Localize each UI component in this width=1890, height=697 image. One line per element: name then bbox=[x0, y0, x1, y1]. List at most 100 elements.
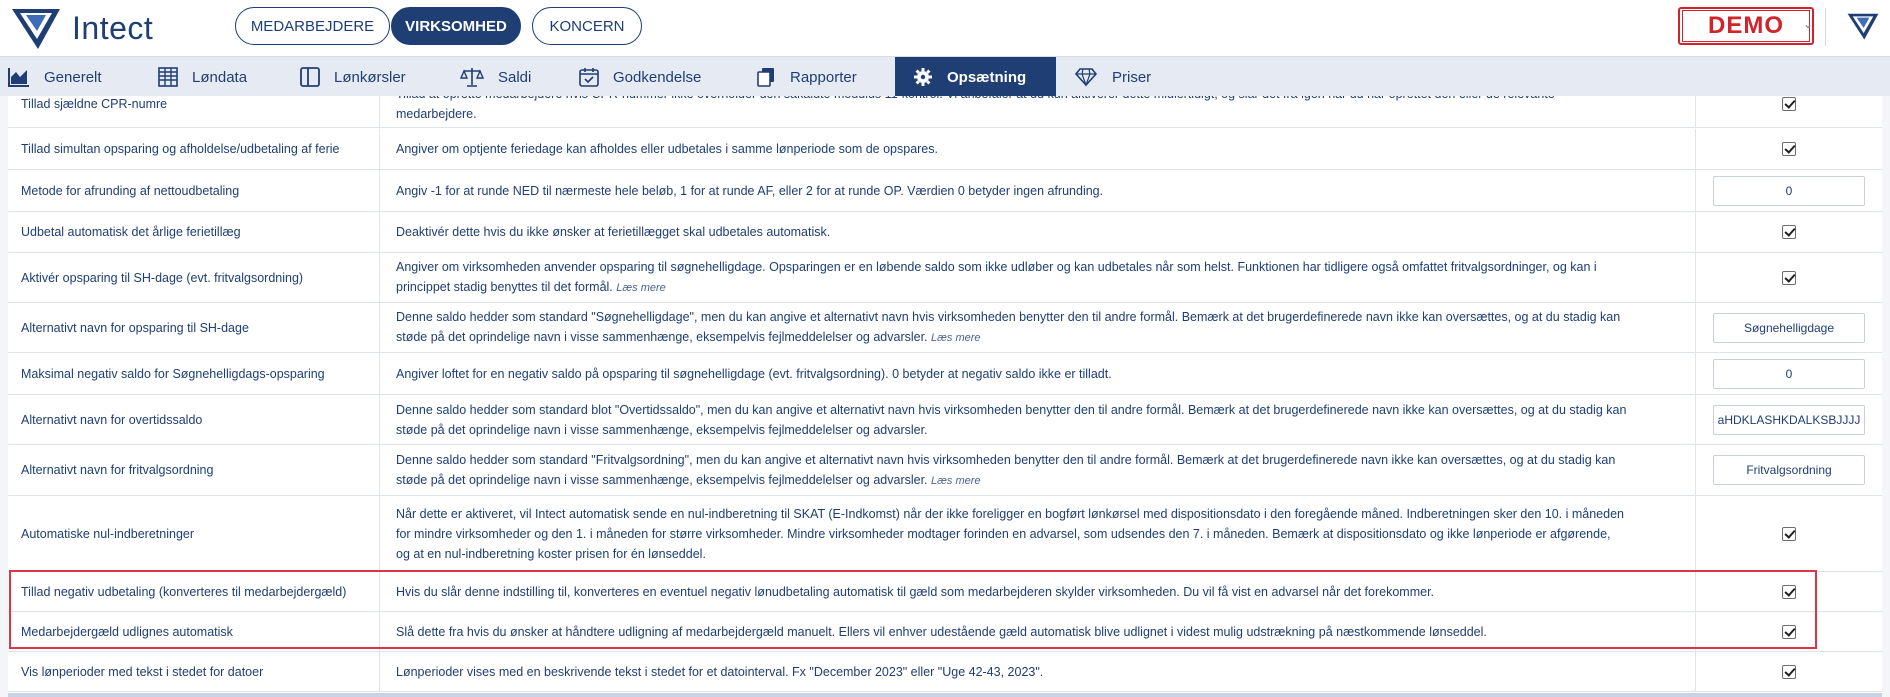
settings-row: Medarbejdergæld udlignes automatisk Slå d… bbox=[8, 612, 1882, 652]
nav-opsaetning[interactable]: Opsætning bbox=[895, 57, 1056, 97]
setting-value bbox=[1696, 572, 1882, 611]
setting-input[interactable]: Fritvalgsordning bbox=[1713, 455, 1865, 485]
setting-name: Maksimal negativ saldo for Søgnehelligda… bbox=[8, 353, 380, 394]
description-text: Når dette er aktiveret, vil Intect autom… bbox=[396, 504, 1624, 564]
demo-label: DEMO bbox=[1682, 10, 1810, 42]
nav-priser[interactable]: Priser bbox=[1074, 57, 1151, 97]
description-line: Angiv -1 for at runde NED til nærmeste h… bbox=[396, 183, 1104, 198]
settings-row: Tillad negativ udbetaling (konverteres t… bbox=[8, 572, 1882, 612]
settings-row: Alternativt navn for opsparing til SH-da… bbox=[8, 303, 1882, 353]
description-line: Angiver om optjente feriedage kan afhold… bbox=[396, 142, 938, 156]
calendar-check-icon bbox=[579, 68, 599, 87]
description-text: Angiv -1 for at runde NED til nærmeste h… bbox=[396, 181, 1103, 201]
description-line: Denne saldo hedder som standard blot "Ov… bbox=[396, 402, 1627, 417]
tab-koncern-label: KONCERN bbox=[549, 17, 625, 35]
description-line: Deaktivér dette hvis du ikke ønsker at f… bbox=[396, 225, 831, 239]
setting-name: Tillad simultan opsparing og afholdelse/… bbox=[8, 129, 380, 169]
setting-input[interactable]: 0 bbox=[1713, 175, 1865, 206]
nav-generelt[interactable]: Generelt bbox=[8, 57, 102, 97]
nav-londata[interactable]: Løndata bbox=[158, 57, 247, 97]
description-line: Når dette er aktiveret, vil Intect autom… bbox=[396, 506, 1624, 521]
setting-description: Slå dette fra hvis du ønsker at håndtere… bbox=[380, 612, 1696, 651]
intect-logo[interactable]: Intect bbox=[8, 4, 153, 52]
setting-checkbox[interactable] bbox=[1782, 624, 1796, 639]
diamond-icon bbox=[1074, 68, 1098, 87]
nav-lonkorsler[interactable]: Lønkørsler bbox=[300, 57, 406, 97]
setting-checkbox[interactable] bbox=[1782, 664, 1796, 679]
setting-checkbox[interactable] bbox=[1782, 526, 1796, 541]
settings-table: Tillad sjældne CPR-numre Tillad at oprett… bbox=[8, 96, 1882, 697]
setting-description: Angiver om optjente feriedage kan afhold… bbox=[380, 129, 1696, 169]
setting-input[interactable]: aHDKLASHKDALKSBJJJJ bbox=[1713, 404, 1865, 435]
description-text: Angiver om virksomheden anvender opspari… bbox=[396, 257, 1597, 298]
setting-value bbox=[1696, 652, 1882, 691]
description-line: Tillad at oprette medarbejdere hvis CPR-… bbox=[396, 96, 1555, 101]
description-text: Denne saldo hedder som standard "Fritval… bbox=[396, 450, 1615, 491]
description-text: Denne saldo hedder som standard "Søgnehe… bbox=[396, 307, 1620, 348]
setting-input[interactable]: 0 bbox=[1713, 358, 1865, 389]
setting-checkbox[interactable] bbox=[1782, 270, 1796, 285]
main-nav: Generelt Løndata Lønkørsler Saldi Godken… bbox=[0, 56, 1890, 97]
tab-virksomhed-label: VIRKSOMHED bbox=[405, 17, 507, 35]
tab-medarbejdere[interactable]: MEDARBEJDERE bbox=[235, 7, 390, 45]
description-text: Lønperioder vises med en beskrivende tek… bbox=[396, 662, 1043, 682]
read-more-link[interactable]: Læs mere bbox=[931, 332, 981, 344]
tab-koncern[interactable]: KONCERN bbox=[532, 7, 642, 45]
setting-checkbox[interactable] bbox=[1782, 142, 1796, 156]
panel-columns-icon bbox=[300, 67, 320, 87]
setting-name: Aktivér opsparing til SH-dage (evt. frit… bbox=[8, 253, 380, 302]
nav-label: Lønkørsler bbox=[334, 68, 406, 86]
setting-description: Denne saldo hedder som standard "Fritval… bbox=[380, 445, 1696, 495]
setting-description: Deaktivér dette hvis du ikke ønsker at f… bbox=[380, 212, 1696, 252]
app-name: Intect bbox=[72, 9, 154, 46]
nav-rapporter[interactable]: Rapporter bbox=[756, 57, 857, 97]
description-line: for mindre virksomheder og den 1. i måne… bbox=[396, 526, 1611, 541]
demo-badge[interactable]: DEMO bbox=[1678, 7, 1814, 45]
setting-value: Fritvalgsordning bbox=[1696, 445, 1882, 495]
setting-description: Angiv -1 for at runde NED til nærmeste h… bbox=[380, 170, 1696, 211]
setting-input[interactable]: Søgnehelligdage bbox=[1713, 312, 1865, 343]
setting-description: Angiver loftet for en negativ saldo på o… bbox=[380, 353, 1696, 394]
read-more-link[interactable]: Læs mere bbox=[616, 282, 666, 294]
description-line: og at en nul-indberetning koster prisen … bbox=[396, 546, 706, 561]
nav-saldi[interactable]: Saldi bbox=[460, 57, 531, 97]
chevron-down-icon[interactable]: ⌄ bbox=[1803, 17, 1813, 31]
settings-row: Automatiske nul-indberetninger Når dette … bbox=[8, 496, 1882, 572]
description-line: Denne saldo hedder som standard "Søgnehe… bbox=[396, 310, 1621, 324]
description-line: Denne saldo hedder som standard "Fritval… bbox=[396, 452, 1616, 467]
setting-description: Tillad at oprette medarbejdere hvis CPR-… bbox=[380, 96, 1696, 127]
tab-medarbejdere-label: MEDARBEJDERE bbox=[250, 17, 375, 35]
setting-value bbox=[1696, 129, 1882, 169]
header-divider bbox=[1825, 8, 1826, 46]
top-bar: Intect MEDARBEJDERE VIRKSOMHED KONCERN D… bbox=[0, 0, 1890, 56]
setting-value: Søgnehelligdage bbox=[1696, 303, 1882, 352]
description-text: Angiver om optjente feriedage kan afhold… bbox=[396, 139, 938, 159]
setting-description: Hvis du slår denne indstilling til, konv… bbox=[380, 572, 1696, 611]
setting-name: Alternativt navn for opsparing til SH-da… bbox=[8, 303, 380, 352]
user-logo-icon[interactable] bbox=[1845, 8, 1881, 44]
nav-label: Opsætning bbox=[947, 68, 1027, 86]
description-line: medarbejdere. bbox=[396, 106, 477, 121]
description-text: Angiver loftet for en negativ saldo på o… bbox=[396, 364, 1112, 384]
settings-row: Metode for afrunding af nettoudbetaling A… bbox=[8, 170, 1882, 212]
area-chart-icon bbox=[8, 68, 29, 87]
setting-checkbox[interactable] bbox=[1782, 96, 1796, 111]
setting-value: aHDKLASHKDALKSBJJJJ bbox=[1696, 395, 1882, 444]
setting-checkbox[interactable] bbox=[1782, 584, 1796, 599]
description-line: støde på det oprindelige navn i visse sa… bbox=[396, 472, 928, 487]
bottom-border bbox=[8, 693, 1882, 697]
nav-label: Rapporter bbox=[790, 68, 857, 86]
description-line: Hvis du slår denne indstilling til, konv… bbox=[396, 584, 1435, 599]
description-line: Lønperioder vises med en beskrivende tek… bbox=[396, 664, 1044, 679]
nav-godkendelse[interactable]: Godkendelse bbox=[579, 57, 701, 97]
setting-name: Vis lønperioder med tekst i stedet for d… bbox=[8, 652, 380, 691]
description-line: Angiver om virksomheden anvender opspari… bbox=[396, 260, 1597, 274]
nav-label: Løndata bbox=[192, 68, 248, 86]
scale-balance-icon bbox=[460, 68, 484, 87]
tab-virksomhed[interactable]: VIRKSOMHED bbox=[391, 7, 521, 45]
copy-documents-icon bbox=[757, 68, 774, 87]
setting-name: Udbetal automatisk det årlige ferietillæ… bbox=[8, 212, 380, 252]
setting-checkbox[interactable] bbox=[1782, 225, 1796, 239]
setting-value bbox=[1696, 253, 1882, 302]
read-more-link[interactable]: Læs mere bbox=[931, 475, 981, 487]
